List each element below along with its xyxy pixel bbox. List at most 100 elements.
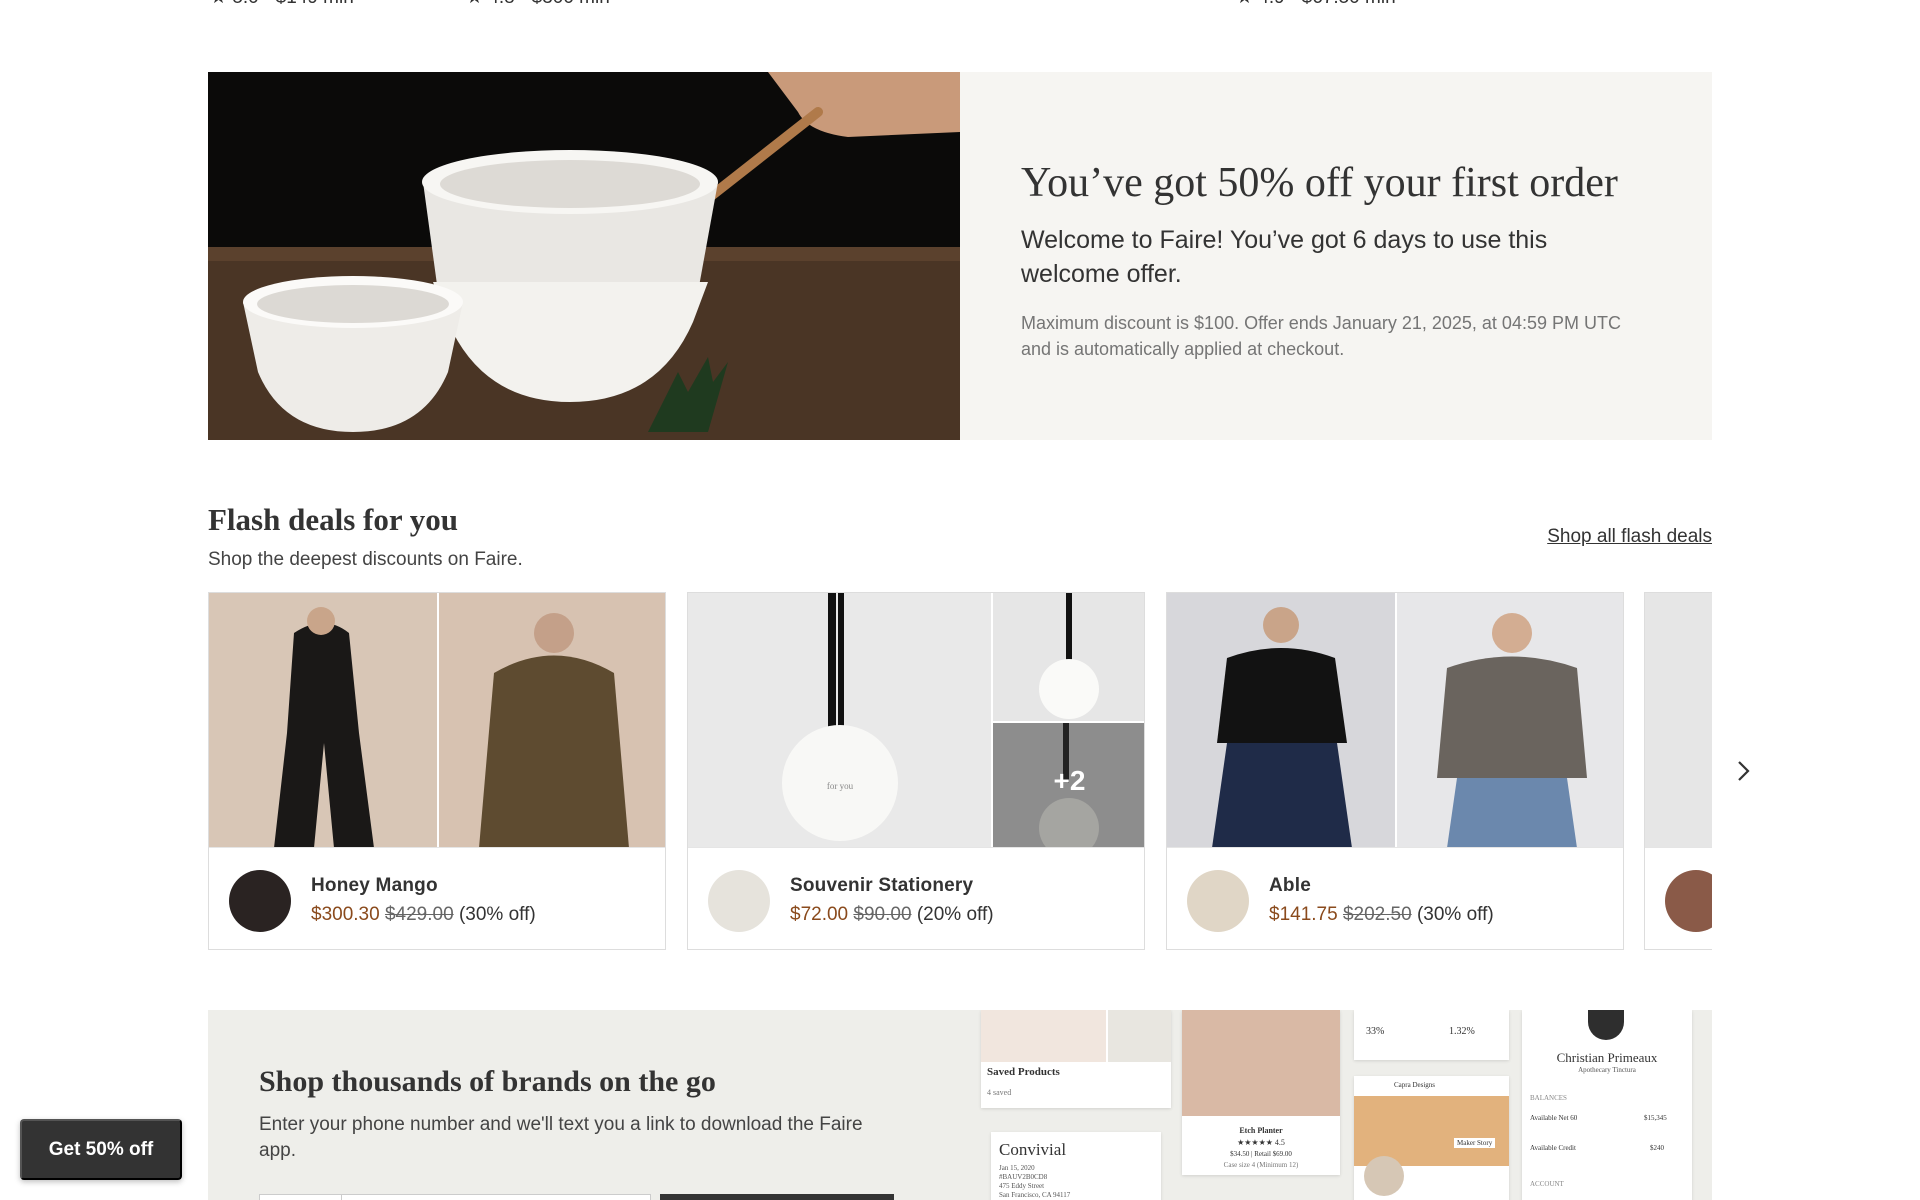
available-net-value: $15,345	[1644, 1114, 1667, 1122]
sale-price: $72.00	[790, 904, 849, 925]
store-subtitle: Apothecary Tinctura	[1578, 1066, 1636, 1074]
product-images	[209, 593, 665, 848]
invoice-mockup: Convivial Jan 15, 2020 #BAUV2B0CD8 475 E…	[991, 1132, 1161, 1200]
mockup-image	[1108, 1010, 1171, 1062]
product-rating: ★★★★★ 4.5	[1237, 1138, 1285, 1147]
deal-info	[1645, 848, 1712, 950]
rating-value: 4.9	[1258, 0, 1284, 8]
product-image	[209, 593, 437, 847]
original-price: $90.00	[853, 904, 912, 925]
product-price: $34.50 | Retail $69.00	[1230, 1150, 1292, 1158]
mockup-image	[981, 1010, 1106, 1062]
product-case: Case size 4 (Minimum 12)	[1223, 1161, 1299, 1169]
country-code-select[interactable]	[260, 1195, 342, 1200]
app-banner-subtitle: Enter your phone number and we'll text y…	[259, 1114, 863, 1161]
app-download-banner: Shop thousands of brands on the go Enter…	[208, 1010, 1712, 1200]
send-link-button[interactable]	[660, 1194, 894, 1200]
stats-mockup: 33% 1.32%	[1354, 1010, 1509, 1060]
product-mockup: Etch Planter ★★★★★ 4.5 $34.50 | Retail $…	[1182, 1010, 1340, 1175]
deal-info: Able $141.75 $202.50 (30% off)	[1167, 848, 1623, 950]
rating-minimum: $67.50 min	[1302, 0, 1396, 8]
available-net-label: Available Net 60	[1530, 1114, 1578, 1122]
product-images	[1645, 593, 1712, 848]
flash-deals-subtitle: Shop the deepest discounts on Faire.	[208, 549, 523, 570]
rating-value: 4.8	[488, 0, 514, 8]
product-images: for you +2	[688, 593, 1144, 848]
flash-deals-carousel: Honey Mango $300.30 $429.00 (30% off) fo…	[208, 592, 1712, 952]
get-discount-button[interactable]: Get 50% off	[20, 1119, 182, 1180]
app-banner-title: Shop thousands of brands on the go	[259, 1065, 716, 1098]
balances-heading: BALANCES	[1530, 1094, 1567, 1102]
deal-info: Souvenir Stationery $72.00 $90.00 (20% o…	[688, 848, 1144, 950]
account-heading: ACCOUNT	[1530, 1180, 1564, 1188]
balances-mockup: Christian Primeaux Apothecary Tinctura B…	[1522, 1010, 1692, 1200]
brand-name: Honey Mango	[311, 875, 438, 896]
sale-price: $141.75	[1269, 904, 1338, 925]
discount-percent: (30% off)	[458, 904, 536, 925]
chevron-right-icon	[1738, 761, 1750, 781]
flash-deal-card[interactable]: for you +2 Souvenir Stationery $72.00 $9…	[687, 592, 1145, 950]
brand-avatar	[708, 870, 770, 932]
product-image: for you	[688, 593, 991, 847]
available-credit-label: Available Credit	[1530, 1144, 1576, 1152]
rating-minimum: $300 min	[532, 0, 610, 8]
open-rate-value: 33%	[1366, 1026, 1385, 1037]
maker-mockup: Capra Designs Maker Story	[1354, 1076, 1509, 1200]
invoice-address-2: San Francisco, CA 94117	[999, 1191, 1071, 1199]
welcome-offer-banner: You’ve got 50% off your first order Welc…	[208, 72, 1712, 440]
brand-avatar	[1665, 870, 1712, 932]
product-thumbs: +2	[991, 593, 1144, 847]
previous-row-ratings: ★ 5.0 · $149 min ★ 4.8 · $300 min ★ 4.9 …	[0, 0, 1920, 10]
flash-deal-card[interactable]: Honey Mango $300.30 $429.00 (30% off)	[208, 592, 666, 950]
deal-price: $141.75 $202.50 (30% off)	[1269, 904, 1494, 926]
rating-2: ★ 4.8 · $300 min	[466, 0, 610, 9]
product-name: Etch Planter	[1239, 1126, 1283, 1135]
brand-name: Able	[1269, 875, 1311, 896]
saved-count: 4 saved	[987, 1088, 1012, 1097]
brand-avatar	[229, 870, 291, 932]
saved-products-mockup: Saved Products 4 saved	[981, 1010, 1171, 1108]
product-image	[993, 593, 1144, 721]
store-name: Christian Primeaux	[1556, 1050, 1658, 1065]
invoice-address-1: 475 Eddy Street	[999, 1182, 1045, 1190]
original-price: $429.00	[384, 904, 454, 925]
svg-text:for you: for you	[827, 781, 854, 791]
maker-story-tag: Maker Story	[1454, 1138, 1496, 1148]
rating-3: ★ 4.9 · $67.50 min	[1236, 0, 1396, 9]
available-credit-value: $240	[1650, 1144, 1664, 1152]
bowls-illustration	[208, 72, 960, 440]
more-images-tile[interactable]: +2	[993, 721, 1144, 847]
product-image	[1167, 593, 1395, 847]
rating-1: ★ 5.0 · $149 min	[210, 0, 354, 9]
offer-text-block: You’ve got 50% off your first order Welc…	[960, 72, 1712, 440]
more-images-count: +2	[1053, 765, 1086, 796]
flash-deals-title: Flash deals for you	[208, 502, 459, 537]
flash-deal-card[interactable]: Able $141.75 $202.50 (30% off)	[1166, 592, 1624, 950]
mockup-image	[1182, 1010, 1340, 1116]
bowls-image	[208, 72, 960, 440]
product-image	[437, 593, 665, 847]
maker-avatar	[1364, 1156, 1404, 1196]
rating-minimum: $149 min	[276, 0, 354, 8]
deal-price: $72.00 $90.00 (20% off)	[790, 904, 994, 926]
invoice-date: Jan 15, 2020	[999, 1164, 1035, 1172]
discount-percent: (20% off)	[916, 904, 994, 925]
invoice-brand: Convivial	[999, 1140, 1067, 1159]
rating-value: 5.0	[232, 0, 258, 8]
product-image	[1395, 593, 1623, 847]
click-rate-value: 1.32%	[1449, 1026, 1475, 1037]
deal-info: Honey Mango $300.30 $429.00 (30% off)	[209, 848, 665, 950]
product-images	[1167, 593, 1623, 848]
mockup-image	[1354, 1096, 1509, 1166]
shop-all-flash-deals-link[interactable]: Shop all flash deals	[1547, 526, 1712, 548]
brand-avatar	[1187, 870, 1249, 932]
discount-percent: (30% off)	[1416, 904, 1494, 925]
sale-price: $300.30	[311, 904, 380, 925]
invoice-id: #BAUV2B0CD8	[999, 1173, 1048, 1181]
carousel-next-button[interactable]	[1728, 756, 1758, 786]
flash-deal-card[interactable]	[1644, 592, 1712, 950]
deal-price: $300.30 $429.00 (30% off)	[311, 904, 536, 926]
offer-fine-print: Maximum discount is $100. Offer ends Jan…	[1021, 312, 1621, 359]
phone-number-field[interactable]	[259, 1194, 651, 1200]
brand-name: Souvenir Stationery	[790, 875, 974, 896]
